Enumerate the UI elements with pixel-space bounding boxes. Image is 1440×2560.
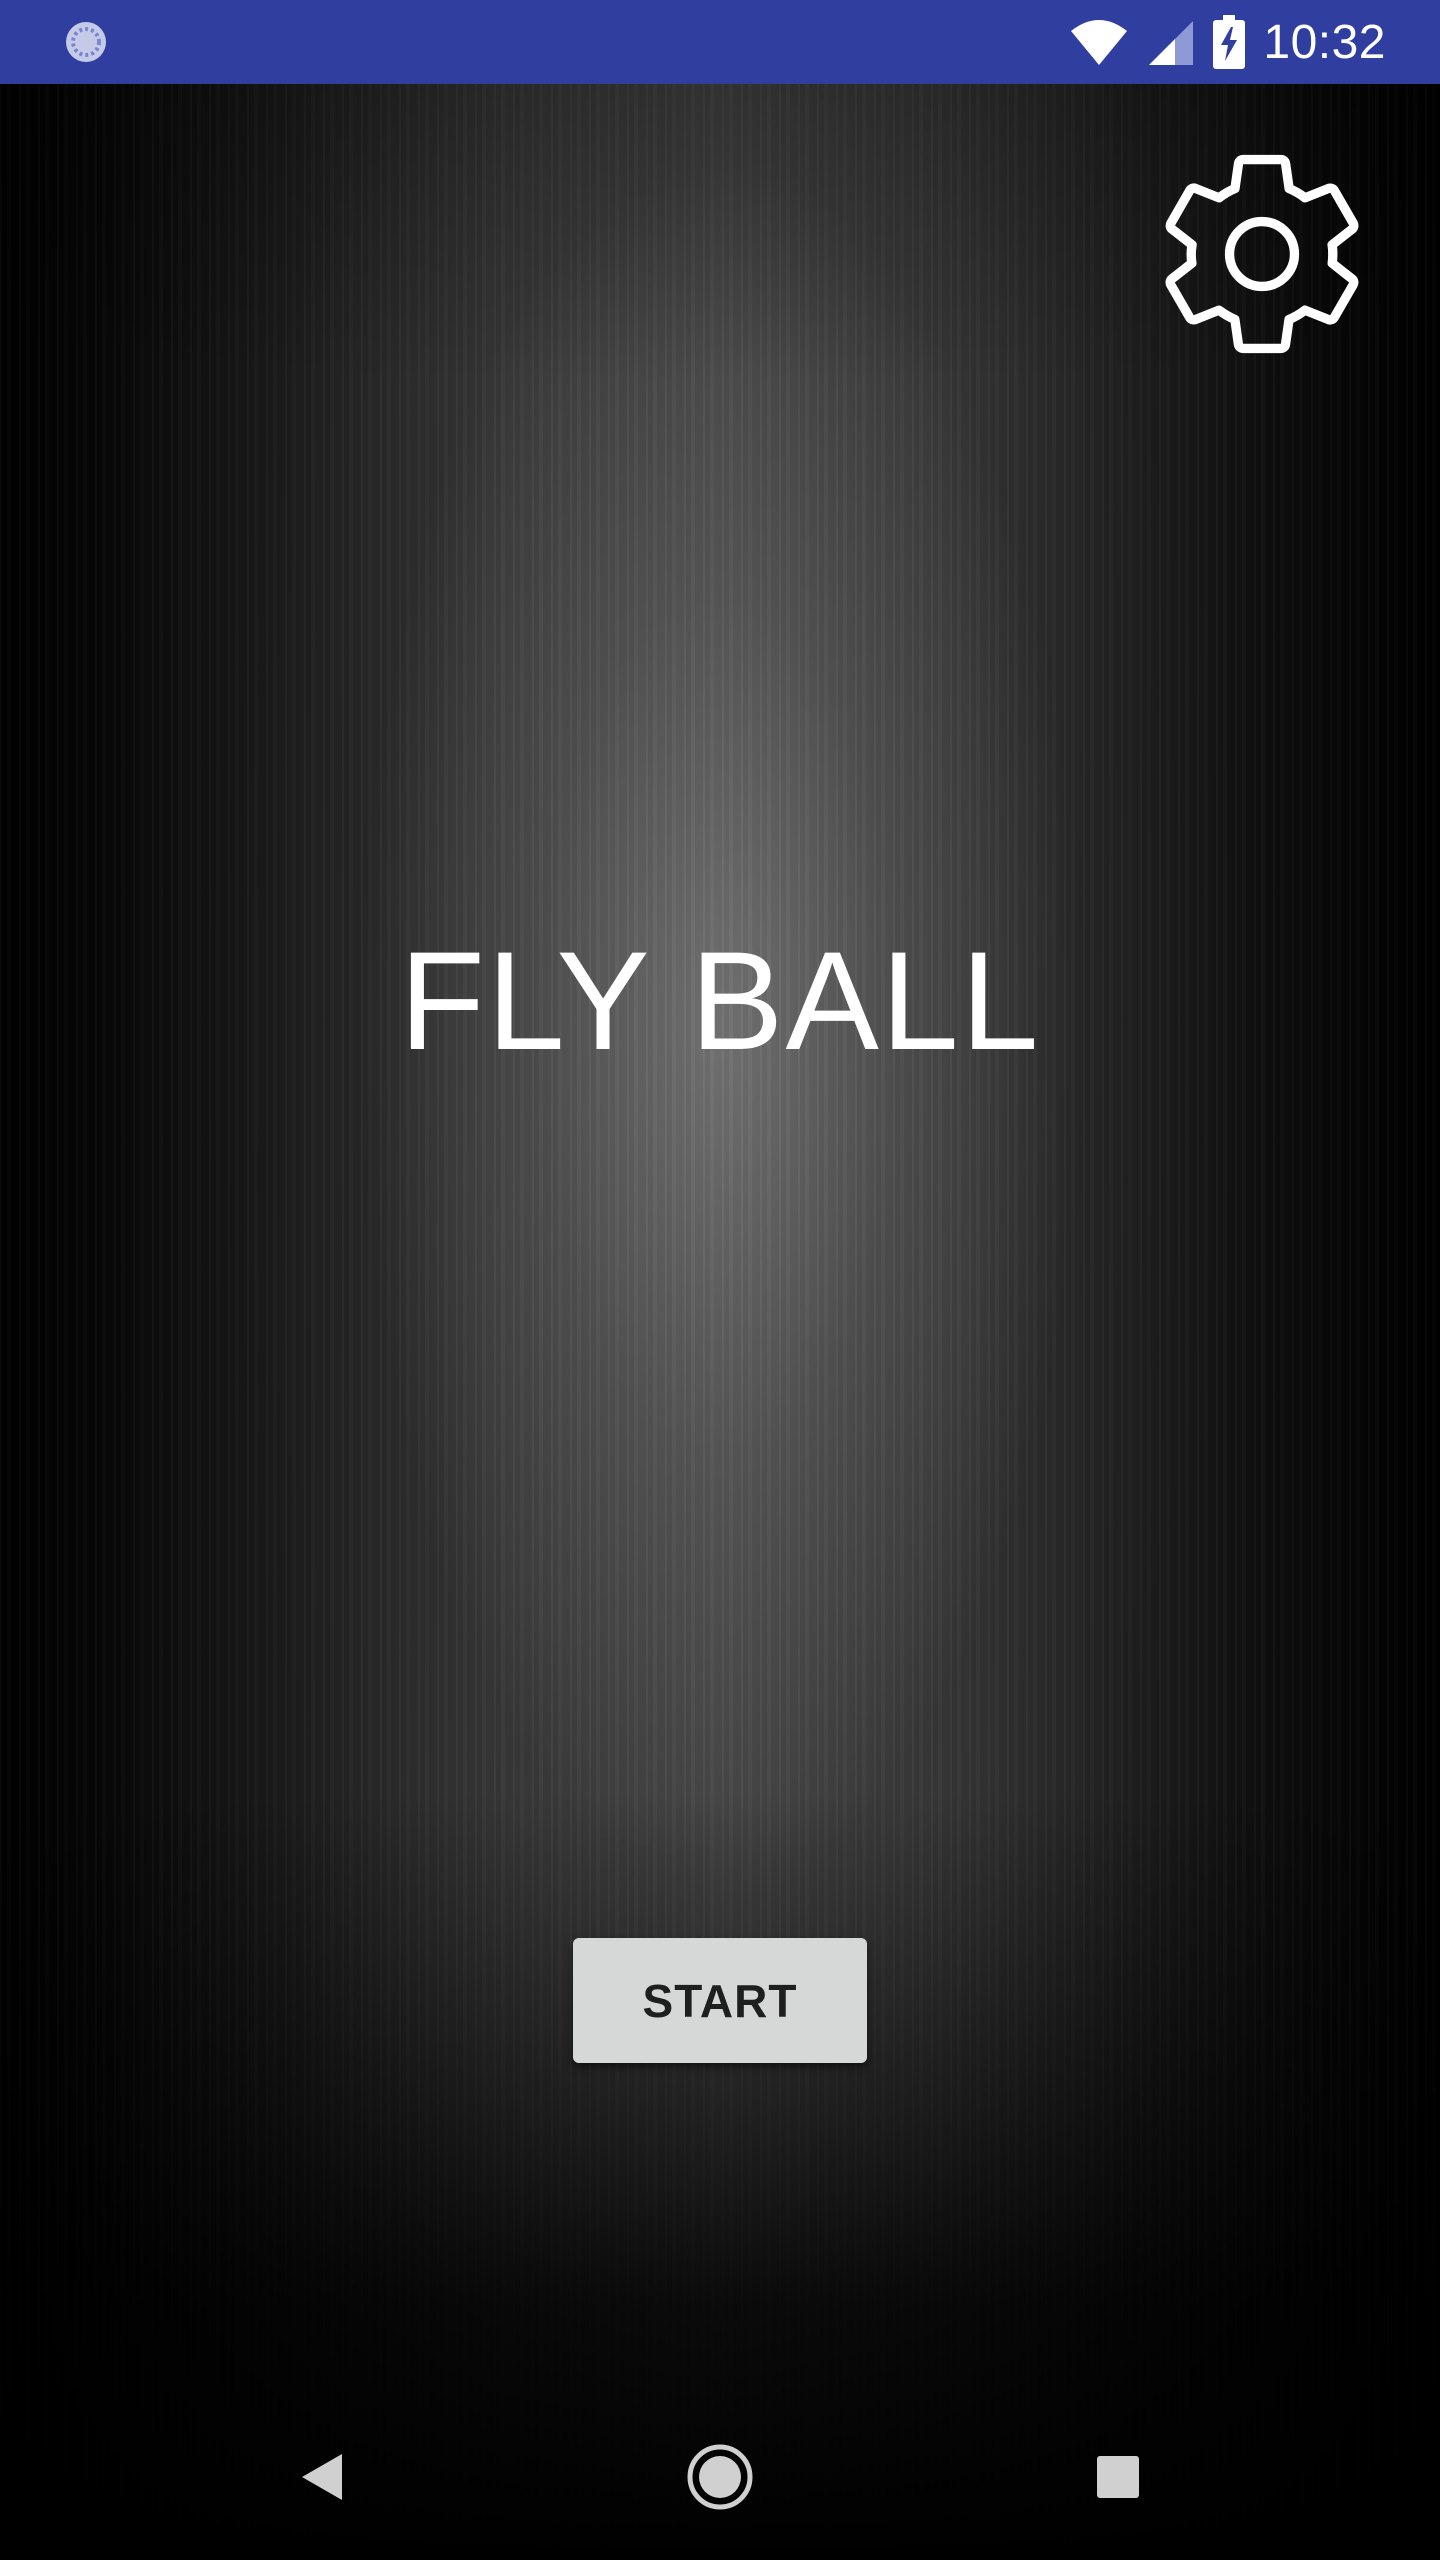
home-button[interactable] [665, 2422, 775, 2532]
status-bar: 10:32 [0, 0, 1440, 84]
home-icon [687, 2444, 753, 2510]
app-screen: 10:32 FLY BALL START [0, 0, 1440, 2560]
back-icon [302, 2454, 342, 2500]
gear-icon [1165, 154, 1359, 354]
loading-spinner-icon [66, 22, 106, 62]
start-button[interactable]: START [573, 1938, 867, 2063]
status-time: 10:32 [1263, 15, 1386, 69]
battery-charging-icon [1213, 15, 1246, 69]
navigation-bar [0, 2392, 1440, 2560]
recent-apps-icon [1097, 2456, 1139, 2498]
back-button[interactable] [266, 2422, 376, 2532]
status-icons: 10:32 [1069, 0, 1386, 84]
game-title: FLY BALL [399, 922, 1041, 1079]
wifi-icon [1071, 20, 1128, 65]
recent-apps-button[interactable] [1063, 2422, 1173, 2532]
cell-signal-icon [1149, 21, 1194, 65]
settings-button[interactable] [1144, 136, 1380, 372]
